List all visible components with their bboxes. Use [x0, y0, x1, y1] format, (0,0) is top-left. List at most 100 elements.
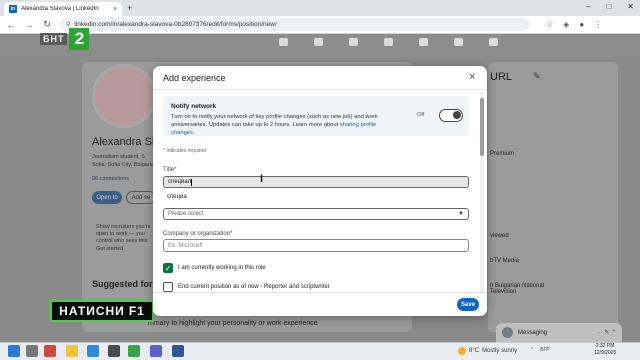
currently-working-checkbox[interactable]: ✓	[163, 263, 173, 273]
tab-close-icon[interactable]: ×	[113, 6, 117, 13]
edge-icon[interactable]	[87, 345, 99, 357]
address-bar-row: ← → ↻ ⚲ linkedin.com/in/alexandra-slavov…	[0, 16, 640, 34]
store-icon[interactable]	[108, 345, 120, 357]
company-placeholder: Ex: Microsoft	[168, 242, 203, 249]
profile-name: Alexandra Sla	[92, 136, 161, 148]
required-note: * Indicates required	[163, 148, 207, 154]
end-current-label: End current position as of now - Reporte…	[178, 284, 330, 290]
nav-messaging[interactable]	[370, 38, 406, 48]
avatar	[502, 327, 513, 338]
company-input[interactable]: Ex: Microsoft	[163, 239, 469, 252]
title-input-value: специал	[168, 179, 192, 185]
bookmark-star-icon[interactable]: ☆	[546, 20, 553, 29]
profile-headline: Journalism student, S	[92, 154, 145, 160]
teams-icon[interactable]	[150, 345, 162, 357]
summary-text: mmary to highlight your personality or w…	[148, 320, 318, 327]
forward-arrow-icon[interactable]: →	[24, 20, 34, 30]
notify-title: Notify network	[171, 103, 217, 110]
sun-icon	[458, 347, 466, 355]
company-label: Company or organization*	[163, 231, 233, 237]
menu-dots-icon[interactable]: ⋮	[594, 20, 602, 29]
notify-network-box: Notify network Turn on to notify your ne…	[163, 96, 469, 136]
taskbar-clock[interactable]: 2:32 PM 12/9/2025	[594, 343, 616, 357]
maximize-button[interactable]: □	[606, 2, 611, 11]
avatar	[453, 38, 463, 46]
new-tab-button[interactable]: +	[127, 3, 132, 13]
weather-temp: 8°C	[469, 348, 480, 354]
add-section-button: Add se	[126, 191, 156, 204]
close-window-button[interactable]: ✕	[627, 2, 634, 11]
search-icon[interactable]	[26, 345, 38, 357]
extension-icon[interactable]: ◈	[563, 20, 569, 29]
currently-working-row[interactable]: ✓ I am currently working in this role	[163, 263, 266, 273]
back-arrow-icon[interactable]: ←	[6, 20, 16, 30]
clock-time: 2:32 PM	[595, 343, 615, 349]
nav-network[interactable]	[300, 38, 336, 48]
chevron-up-icon[interactable]: ⌃	[530, 347, 534, 353]
weather-widget[interactable]: 8°C Mostly sunny	[458, 347, 517, 355]
url-input[interactable]: ⚲ linkedin.com/in/alexandra-slavova-0b28…	[60, 18, 530, 31]
nav-home[interactable]	[265, 38, 301, 48]
end-current-checkbox[interactable]	[163, 282, 173, 292]
chevron-down-icon: ▼	[458, 211, 464, 217]
currently-working-label: I am currently working in this role	[178, 265, 266, 271]
browser-extensions: ☆ ◈ ● ⋮	[546, 20, 602, 29]
notify-text: Turn on to notify your network of key pr…	[171, 113, 401, 137]
language-indicator[interactable]: БГР	[540, 347, 549, 353]
system-tray[interactable]: ⌃ БГР	[530, 347, 550, 353]
modal-scrollbar[interactable]	[480, 92, 484, 314]
start-icon[interactable]	[8, 345, 20, 357]
bell-icon	[418, 38, 428, 46]
tab-title: Alexandra Slavova | LinkedIn	[21, 6, 99, 12]
add-experience-modal: Add experience × Notify network Turn on …	[153, 66, 487, 316]
profile-icon[interactable]: ●	[579, 20, 584, 29]
nav-notifications[interactable]	[405, 38, 441, 48]
messaging-icon	[383, 38, 393, 46]
bnt-text: n Bulgarian National Television	[490, 283, 545, 295]
linkedin-favicon-icon: in	[9, 5, 17, 13]
profile-connections: 96 connections	[92, 176, 129, 182]
browser-tab[interactable]: in Alexandra Slavova | LinkedIn ×	[4, 2, 122, 16]
tv-logo-text: БНТ	[40, 33, 68, 45]
text-cursor-icon: I	[260, 173, 264, 185]
save-button[interactable]: Save	[457, 298, 479, 311]
chrome-icon[interactable]	[128, 345, 140, 357]
toggle-knob	[453, 111, 461, 119]
notify-network-toggle[interactable]	[439, 109, 463, 122]
browser-tabbar: in Alexandra Slavova | LinkedIn × + – □ …	[0, 0, 640, 16]
text-caret	[191, 178, 193, 186]
tv-tag-f1: F1	[128, 304, 145, 318]
messaging-controls[interactable]: ··· ✎ ⌃	[597, 329, 616, 336]
modal-footer: Save	[153, 292, 487, 316]
employment-type-select[interactable]: Please select ▼	[163, 208, 469, 220]
nav-me[interactable]	[440, 38, 476, 48]
close-icon[interactable]: ×	[469, 71, 475, 83]
network-icon	[313, 38, 323, 46]
messaging-label: Messaging	[518, 329, 548, 336]
nav-jobs[interactable]	[335, 38, 371, 48]
minimize-button[interactable]: –	[586, 2, 590, 11]
end-current-row[interactable]: End current position as of now - Reporte…	[163, 282, 330, 292]
home-icon	[278, 38, 288, 46]
nav-business[interactable]	[475, 38, 511, 48]
btv-text: bTV Media	[490, 258, 520, 264]
site-info-icon[interactable]: ⚲	[66, 21, 70, 28]
tv-channel-logo: БНТ 2	[40, 28, 90, 50]
file-explorer-icon[interactable]	[66, 345, 78, 357]
clock-date: 12/9/2025	[594, 350, 617, 356]
word-icon[interactable]	[172, 345, 184, 357]
scroll-thumb[interactable]	[480, 98, 484, 156]
profile-avatar	[92, 64, 156, 128]
title-suggestion[interactable]: специа	[167, 194, 187, 200]
public-url-heading: URL	[490, 71, 513, 83]
messaging-bar[interactable]: Messaging ··· ✎ ⌃	[496, 323, 622, 342]
weather-text: Mostly sunny	[482, 348, 518, 354]
pencil-icon: ✎	[533, 71, 541, 81]
url-text: linkedin.com/in/alexandra-slavova-0b2807…	[74, 21, 277, 28]
app-icon[interactable]	[44, 345, 56, 357]
title-label: Title*	[163, 167, 177, 173]
modal-title: Add experience	[163, 73, 226, 83]
modal-header: Add experience ×	[153, 66, 487, 90]
grid-icon	[488, 38, 498, 46]
title-input[interactable]: специал	[163, 176, 469, 188]
